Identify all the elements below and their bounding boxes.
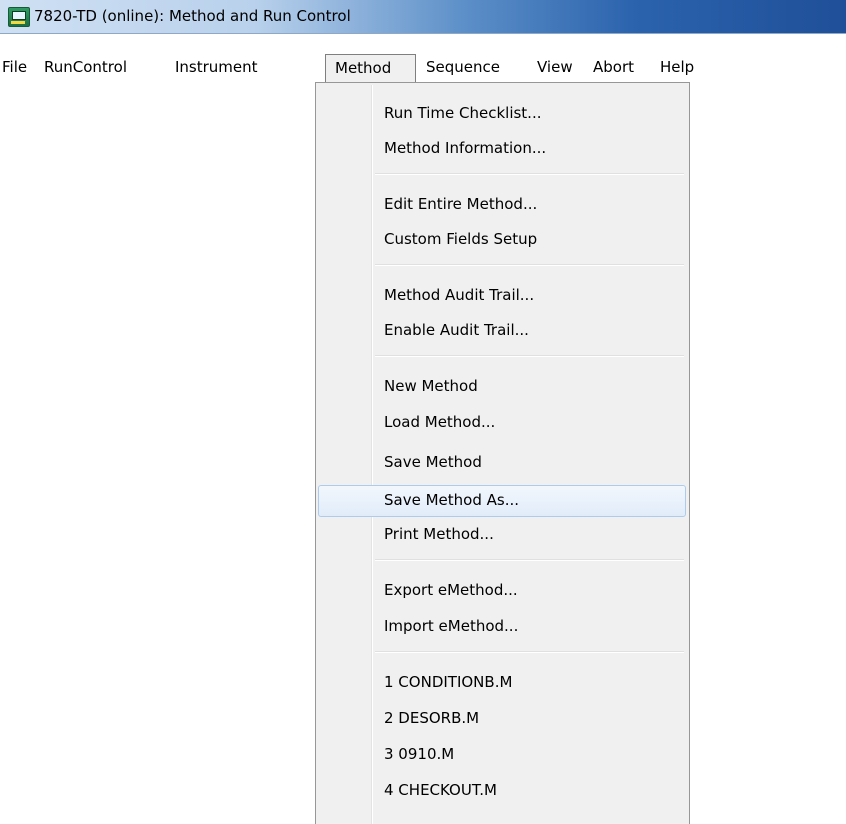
menu-item-recent-file[interactable]: 3 0910.M (318, 739, 686, 769)
menu-separator (375, 355, 684, 357)
menu-item-import-emethod[interactable]: Import eMethod... (318, 611, 686, 641)
menu-view[interactable]: View (537, 54, 573, 83)
menu-item-recent-file[interactable]: 2 DESORB.M (318, 703, 686, 733)
menu-item-method-information[interactable]: Method Information... (318, 133, 686, 163)
menu-help[interactable]: Help (660, 54, 694, 83)
menu-runcontrol[interactable]: RunControl (44, 54, 127, 83)
menu-item-print-method[interactable]: Print Method... (318, 519, 686, 549)
window-title: 7820-TD (online): Method and Run Control (34, 7, 351, 25)
menu-item-method-audit-trail[interactable]: Method Audit Trail... (318, 280, 686, 310)
menu-sequence[interactable]: Sequence (426, 54, 500, 83)
menu-instrument[interactable]: Instrument (175, 54, 258, 83)
menu-item-run-time-checklist[interactable]: Run Time Checklist... (318, 98, 686, 128)
menu-abort[interactable]: Abort (593, 54, 634, 83)
menu-bar: File RunControl Instrument Method Sequen… (0, 54, 846, 83)
menu-separator (375, 651, 684, 653)
menu-item-edit-entire-method[interactable]: Edit Entire Method... (318, 189, 686, 219)
gc-instrument-icon[interactable] (8, 7, 30, 27)
menu-separator (375, 173, 684, 175)
menu-separator (375, 559, 684, 561)
menu-item-recent-file[interactable]: 1 CONDITIONB.M (318, 667, 686, 697)
menu-item-custom-fields-setup[interactable]: Custom Fields Setup (318, 224, 686, 254)
menu-item-new-method[interactable]: New Method (318, 371, 686, 401)
menu-separator (375, 264, 684, 266)
title-bar[interactable]: 7820-TD (online): Method and Run Control (0, 0, 846, 34)
menu-file[interactable]: File (2, 54, 27, 83)
menu-item-recent-file[interactable]: 4 CHECKOUT.M (318, 775, 686, 805)
method-dropdown-menu: Run Time Checklist... Method Information… (315, 82, 690, 824)
application-window: 7820-TD (online): Method and Run Control… (0, 0, 846, 824)
menu-item-export-emethod[interactable]: Export eMethod... (318, 575, 686, 605)
menu-item-save-method-as[interactable]: Save Method As... (318, 485, 686, 517)
menu-method[interactable]: Method (325, 54, 416, 83)
menu-item-enable-audit-trail[interactable]: Enable Audit Trail... (318, 315, 686, 345)
menu-item-save-method[interactable]: Save Method (318, 447, 686, 477)
menu-item-load-method[interactable]: Load Method... (318, 407, 686, 437)
